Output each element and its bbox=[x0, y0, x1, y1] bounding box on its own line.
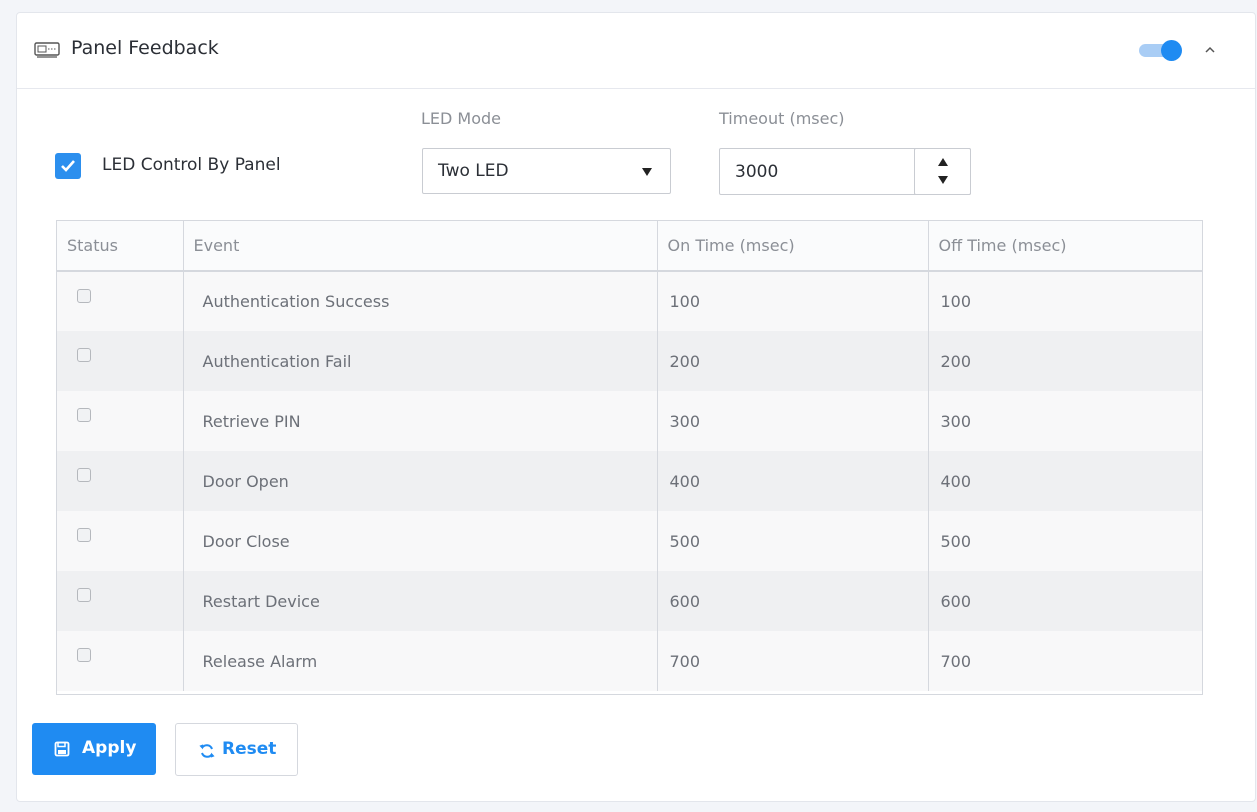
panel-title: Panel Feedback bbox=[71, 37, 219, 59]
on-time-cell: 500 bbox=[657, 511, 929, 571]
status-cell bbox=[57, 511, 184, 571]
event-cell: Restart Device bbox=[183, 571, 658, 631]
timeout-input[interactable]: 3000 bbox=[719, 148, 971, 195]
header-off-time: Off Time (msec) bbox=[928, 221, 1202, 272]
timeout-value: 3000 bbox=[735, 162, 779, 182]
led-control-checkbox[interactable] bbox=[55, 153, 81, 179]
led-mode-value: Two LED bbox=[438, 161, 509, 181]
status-cell bbox=[57, 331, 184, 391]
led-mode-label: LED Mode bbox=[421, 109, 502, 128]
led-mode-select[interactable]: Two LED bbox=[422, 148, 671, 194]
apply-button[interactable]: Apply bbox=[32, 723, 156, 775]
keyboard-panel-icon bbox=[34, 40, 60, 58]
header-status: Status bbox=[57, 221, 184, 272]
event-cell: Door Open bbox=[183, 451, 658, 511]
status-cell bbox=[57, 451, 184, 511]
off-time-cell: 600 bbox=[928, 571, 1202, 631]
row-status-checkbox[interactable] bbox=[77, 408, 91, 422]
table-row: Authentication Success 100 100 bbox=[57, 271, 1202, 331]
table-row: Door Open 400 400 bbox=[57, 451, 1202, 511]
table-row: Restart Device 600 600 bbox=[57, 571, 1202, 631]
row-status-checkbox[interactable] bbox=[77, 289, 91, 303]
on-time-cell: 300 bbox=[657, 391, 929, 451]
save-icon bbox=[54, 741, 70, 757]
on-time-cell: 400 bbox=[657, 451, 929, 511]
status-cell bbox=[57, 571, 184, 631]
on-time-cell: 600 bbox=[657, 571, 929, 631]
row-status-checkbox[interactable] bbox=[77, 348, 91, 362]
apply-label: Apply bbox=[82, 738, 137, 758]
events-table: Status Event On Time (msec) Off Time (ms… bbox=[56, 220, 1203, 695]
off-time-cell: 400 bbox=[928, 451, 1202, 511]
led-control-label: LED Control By Panel bbox=[102, 155, 281, 175]
header-event: Event bbox=[183, 221, 658, 272]
off-time-cell: 700 bbox=[928, 631, 1202, 691]
on-time-cell: 700 bbox=[657, 631, 929, 691]
off-time-cell: 300 bbox=[928, 391, 1202, 451]
reset-label: Reset bbox=[222, 739, 277, 759]
event-cell: Authentication Fail bbox=[183, 331, 658, 391]
timeout-stepper[interactable] bbox=[914, 148, 971, 195]
reset-button[interactable]: Reset bbox=[175, 723, 298, 776]
row-status-checkbox[interactable] bbox=[77, 528, 91, 542]
table-row: Release Alarm 700 700 bbox=[57, 631, 1202, 691]
row-status-checkbox[interactable] bbox=[77, 468, 91, 482]
status-cell bbox=[57, 631, 184, 691]
status-cell bbox=[57, 271, 184, 331]
off-time-cell: 500 bbox=[928, 511, 1202, 571]
row-status-checkbox[interactable] bbox=[77, 648, 91, 662]
on-time-cell: 100 bbox=[657, 271, 929, 331]
event-cell: Release Alarm bbox=[183, 631, 658, 691]
table-row: Authentication Fail 200 200 bbox=[57, 331, 1202, 391]
event-cell: Authentication Success bbox=[183, 271, 658, 331]
caret-down-icon bbox=[642, 168, 652, 176]
timeout-label: Timeout (msec) bbox=[719, 109, 845, 128]
panel-enable-toggle[interactable] bbox=[1139, 39, 1185, 61]
table-row: Door Close 500 500 bbox=[57, 511, 1202, 571]
refresh-icon bbox=[199, 744, 215, 758]
event-cell: Door Close bbox=[183, 511, 658, 571]
on-time-cell: 200 bbox=[657, 331, 929, 391]
toggle-knob bbox=[1161, 40, 1182, 61]
header-on-time: On Time (msec) bbox=[657, 221, 929, 272]
status-cell bbox=[57, 391, 184, 451]
arrow-up-icon[interactable] bbox=[938, 158, 948, 166]
table-header-row: Status Event On Time (msec) Off Time (ms… bbox=[57, 221, 1202, 272]
event-cell: Retrieve PIN bbox=[183, 391, 658, 451]
panel-feedback-card: Panel Feedback LED Mode Timeout (msec) L… bbox=[16, 12, 1256, 802]
row-status-checkbox[interactable] bbox=[77, 588, 91, 602]
arrow-down-icon[interactable] bbox=[938, 176, 948, 184]
table-row: Retrieve PIN 300 300 bbox=[57, 391, 1202, 451]
check-icon bbox=[61, 160, 75, 172]
off-time-cell: 200 bbox=[928, 331, 1202, 391]
card-header: Panel Feedback bbox=[17, 13, 1255, 89]
chevron-up-icon[interactable] bbox=[1203, 42, 1217, 56]
off-time-cell: 100 bbox=[928, 271, 1202, 331]
